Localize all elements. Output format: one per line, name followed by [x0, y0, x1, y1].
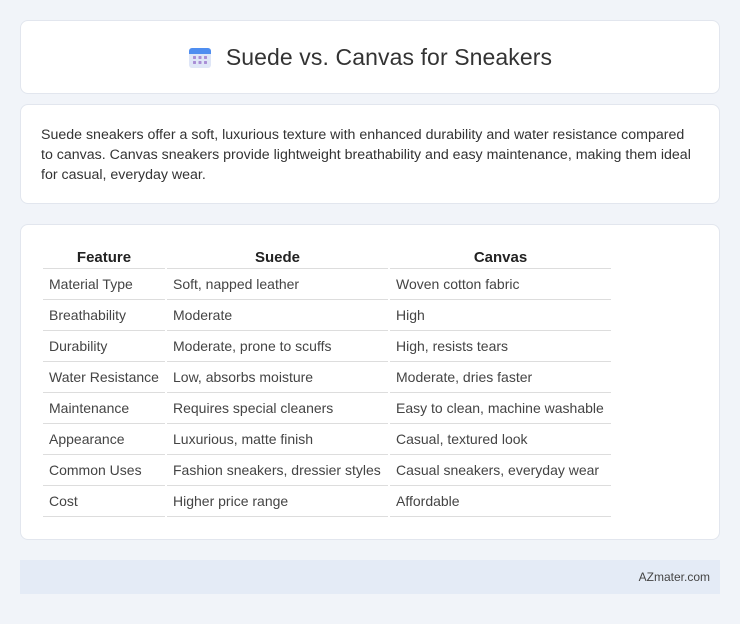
footer-site-link[interactable]: AZmater.com [639, 570, 710, 584]
cell-feature: Common Uses [43, 455, 165, 486]
cell-suede: Low, absorbs moisture [167, 362, 388, 393]
cell-suede: Luxurious, matte finish [167, 424, 388, 455]
table-row: Maintenance Requires special cleaners Ea… [43, 393, 611, 424]
page-title: Suede vs. Canvas for Sneakers [225, 43, 553, 70]
cell-feature: Appearance [43, 424, 165, 455]
footer-bar: AZmater.com [20, 560, 720, 594]
cell-feature: Maintenance [43, 393, 165, 424]
cell-feature: Material Type [43, 269, 165, 300]
cell-suede: Moderate [167, 300, 388, 331]
cell-feature: Breathability [43, 300, 165, 331]
cell-canvas: High [390, 300, 611, 331]
table-row: Common Uses Fashion sneakers, dressier s… [43, 455, 611, 486]
cell-suede: Moderate, prone to scuffs [167, 331, 388, 362]
table-header-row: Feature Suede Canvas [43, 247, 611, 269]
cell-suede: Fashion sneakers, dressier styles [167, 455, 388, 486]
table-row: Durability Moderate, prone to scuffs Hig… [43, 331, 611, 362]
title-wrap: Suede vs. Canvas for Sneakers [188, 44, 552, 71]
cell-canvas: Casual, textured look [390, 424, 611, 455]
cell-feature: Water Resistance [43, 362, 165, 393]
table-row: Water Resistance Low, absorbs moisture M… [43, 362, 611, 393]
cell-canvas: Casual sneakers, everyday wear [390, 455, 611, 486]
cell-suede: Soft, napped leather [167, 269, 388, 300]
cell-canvas: Moderate, dries faster [390, 362, 611, 393]
cell-suede: Higher price range [167, 486, 388, 517]
cell-canvas: Woven cotton fabric [390, 269, 611, 300]
header-canvas: Canvas [390, 247, 611, 269]
cell-canvas: Easy to clean, machine washable [390, 393, 611, 424]
table-row: Material Type Soft, napped leather Woven… [43, 269, 611, 300]
table-row: Breathability Moderate High [43, 300, 611, 331]
calendar-icon [188, 45, 212, 69]
intro-text: Suede sneakers offer a soft, luxurious t… [41, 127, 691, 183]
cell-suede: Requires special cleaners [167, 393, 388, 424]
title-card: Suede vs. Canvas for Sneakers [20, 20, 720, 94]
cell-canvas: Affordable [390, 486, 611, 517]
cell-canvas: High, resists tears [390, 331, 611, 362]
comparison-table: Feature Suede Canvas Material Type Soft,… [41, 247, 613, 517]
comparison-card: Feature Suede Canvas Material Type Soft,… [20, 224, 720, 540]
table-row: Appearance Luxurious, matte finish Casua… [43, 424, 611, 455]
table-row: Cost Higher price range Affordable [43, 486, 611, 517]
header-suede: Suede [167, 247, 388, 269]
cell-feature: Durability [43, 331, 165, 362]
cell-feature: Cost [43, 486, 165, 517]
intro-card: Suede sneakers offer a soft, luxurious t… [20, 104, 720, 204]
header-feature: Feature [43, 247, 165, 269]
